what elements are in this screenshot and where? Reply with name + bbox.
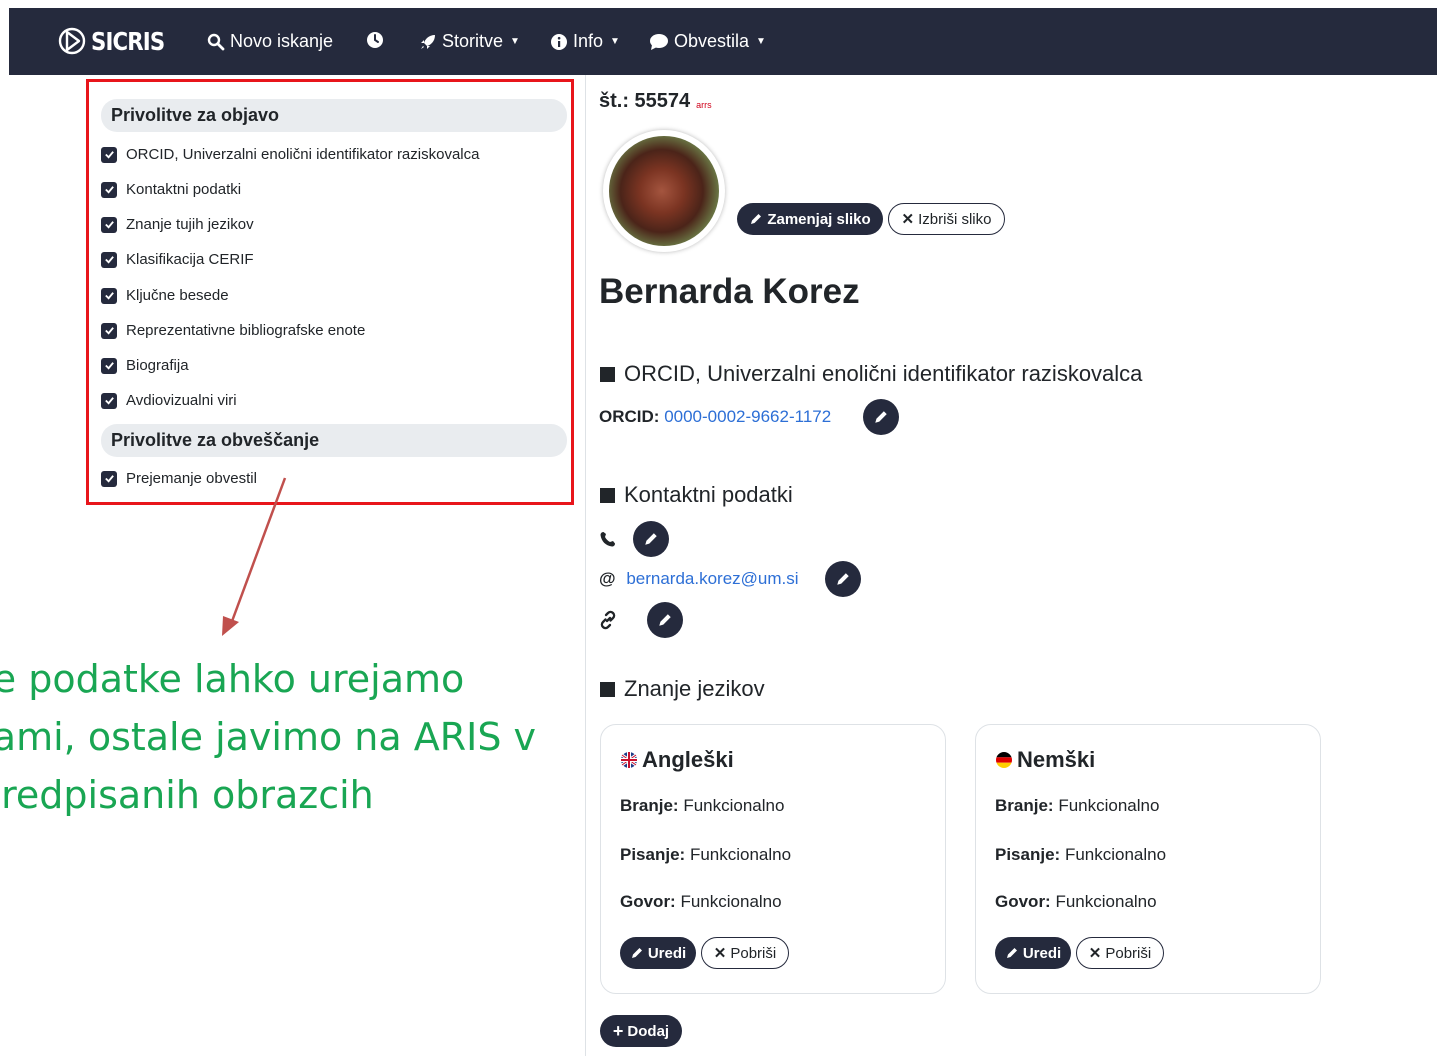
delete-language-button[interactable]: ✕ Pobriši xyxy=(701,937,789,969)
skill-label: Govor: xyxy=(620,892,676,911)
skill-writing: Pisanje: Funkcionalno xyxy=(620,845,791,865)
skill-label: Pisanje: xyxy=(995,845,1061,864)
language-card-german: Nemški Branje: Funkcionalno Pisanje: Fun… xyxy=(975,724,1321,994)
languages-section-title: Znanje jezikov xyxy=(600,676,765,702)
annotation-text: Te podatke lahko urejamo sami, ostale ja… xyxy=(0,650,575,824)
edit-language-button[interactable]: Uredi xyxy=(995,937,1071,969)
comment-icon xyxy=(650,33,668,50)
pencil-icon xyxy=(1006,948,1017,958)
edit-language-button[interactable]: Uredi xyxy=(620,937,696,969)
delete-label: Pobriši xyxy=(730,944,777,962)
link-icon xyxy=(600,610,616,630)
skill-reading: Branje: Funkcionalno xyxy=(620,796,784,816)
email-link[interactable]: bernarda.korez@um.si xyxy=(626,569,798,588)
skill-label: Govor: xyxy=(995,892,1051,911)
skill-label: Pisanje: xyxy=(620,845,686,864)
replace-photo-button[interactable]: Zamenjaj sliko xyxy=(737,203,883,235)
edit-phone-button[interactable] xyxy=(633,521,669,557)
delete-photo-button[interactable]: ✕ Izbriši sliko xyxy=(888,203,1005,235)
replace-photo-label: Zamenjaj sliko xyxy=(767,210,871,228)
column-divider xyxy=(585,75,586,1056)
language-title: Angleški xyxy=(620,747,734,773)
email-row: @ bernarda.korez@um.si xyxy=(599,569,799,589)
orcid-label: ORCID: xyxy=(599,407,660,426)
skill-value: Funkcionalno xyxy=(680,892,782,911)
edit-label: Uredi xyxy=(647,944,687,962)
add-label: Dodaj xyxy=(627,1022,670,1040)
email-symbol: @ xyxy=(599,569,616,588)
skill-value: Funkcionalno xyxy=(1064,845,1167,864)
annotation-line-1: Te podatke lahko urejamo xyxy=(0,657,465,701)
researcher-number-label: št.: 55574 xyxy=(599,90,691,112)
orcid-section-label: ORCID, Univerzalni enolični identifikato… xyxy=(624,361,1143,386)
germany-flag-icon xyxy=(996,752,1012,768)
pencil-icon xyxy=(837,573,849,585)
close-icon: ✕ xyxy=(713,945,727,962)
uk-flag-icon xyxy=(621,752,637,768)
annotation-line-3: predpisanih obrazcih xyxy=(0,773,374,817)
skill-value: Funkcionalno xyxy=(1055,892,1157,911)
close-icon: ✕ xyxy=(901,211,915,228)
delete-label: Pobriši xyxy=(1105,944,1152,962)
chevron-down-icon: ▼ xyxy=(610,36,620,47)
orcid-link[interactable]: 0000-0002-9662-1172 xyxy=(664,407,831,426)
pencil-icon xyxy=(631,948,642,958)
pencil-icon xyxy=(659,614,671,626)
add-language-button[interactable]: + Dodaj xyxy=(600,1015,682,1047)
phone-icon xyxy=(600,532,615,547)
skill-writing: Pisanje: Funkcionalno xyxy=(995,845,1166,865)
profile-photo xyxy=(609,136,719,246)
skill-value: Funkcionalno xyxy=(1058,796,1160,815)
language-card-english: Angleški Branje: Funkcionalno Pisanje: F… xyxy=(600,724,946,994)
square-bullet-icon xyxy=(600,487,615,503)
nav-notices-label: Obvestila xyxy=(674,31,750,51)
plus-icon: + xyxy=(612,1020,624,1041)
language-name: Angleški xyxy=(642,747,734,772)
square-bullet-icon xyxy=(600,681,615,697)
skill-value: Funkcionalno xyxy=(683,796,785,815)
skill-speaking: Govor: Funkcionalno xyxy=(995,892,1157,912)
pencil-icon xyxy=(751,214,762,224)
delete-photo-label: Izbriši sliko xyxy=(918,210,992,228)
skill-speaking: Govor: Funkcionalno xyxy=(620,892,782,912)
profile-photo-frame xyxy=(603,130,725,252)
skill-value: Funkcionalno xyxy=(689,845,792,864)
language-name: Nemški xyxy=(1017,747,1096,772)
annotation-arrow-icon xyxy=(222,477,287,636)
edit-orcid-button[interactable] xyxy=(863,399,899,435)
chevron-down-icon: ▼ xyxy=(756,36,766,47)
skill-reading: Branje: Funkcionalno xyxy=(995,796,1159,816)
skill-label: Branje: xyxy=(995,796,1054,815)
edit-email-button[interactable] xyxy=(825,561,861,597)
nav-notices[interactable]: Obvestila ▼ xyxy=(649,31,766,52)
pencil-icon xyxy=(645,533,657,545)
language-title: Nemški xyxy=(995,747,1095,773)
edit-label: Uredi xyxy=(1022,944,1062,962)
languages-section-label: Znanje jezikov xyxy=(624,676,765,701)
orcid-section-title: ORCID, Univerzalni enolični identifikato… xyxy=(600,361,1142,387)
delete-language-button[interactable]: ✕ Pobriši xyxy=(1076,937,1164,969)
researcher-number: št.: 55574 arrs xyxy=(599,90,712,113)
edit-website-button[interactable] xyxy=(647,602,683,638)
arrs-logo: arrs xyxy=(696,100,712,110)
skill-label: Branje: xyxy=(620,796,679,815)
close-icon: ✕ xyxy=(1088,945,1102,962)
pencil-icon xyxy=(875,411,887,423)
contact-section-label: Kontaktni podatki xyxy=(624,482,793,507)
researcher-name: Bernarda Korez xyxy=(599,272,860,311)
contact-section-title: Kontaktni podatki xyxy=(600,482,793,508)
orcid-row: ORCID: 0000-0002-9662-1172 xyxy=(599,407,831,427)
square-bullet-icon xyxy=(600,366,615,382)
annotation-line-2: sami, ostale javimo na ARIS v xyxy=(0,715,537,759)
